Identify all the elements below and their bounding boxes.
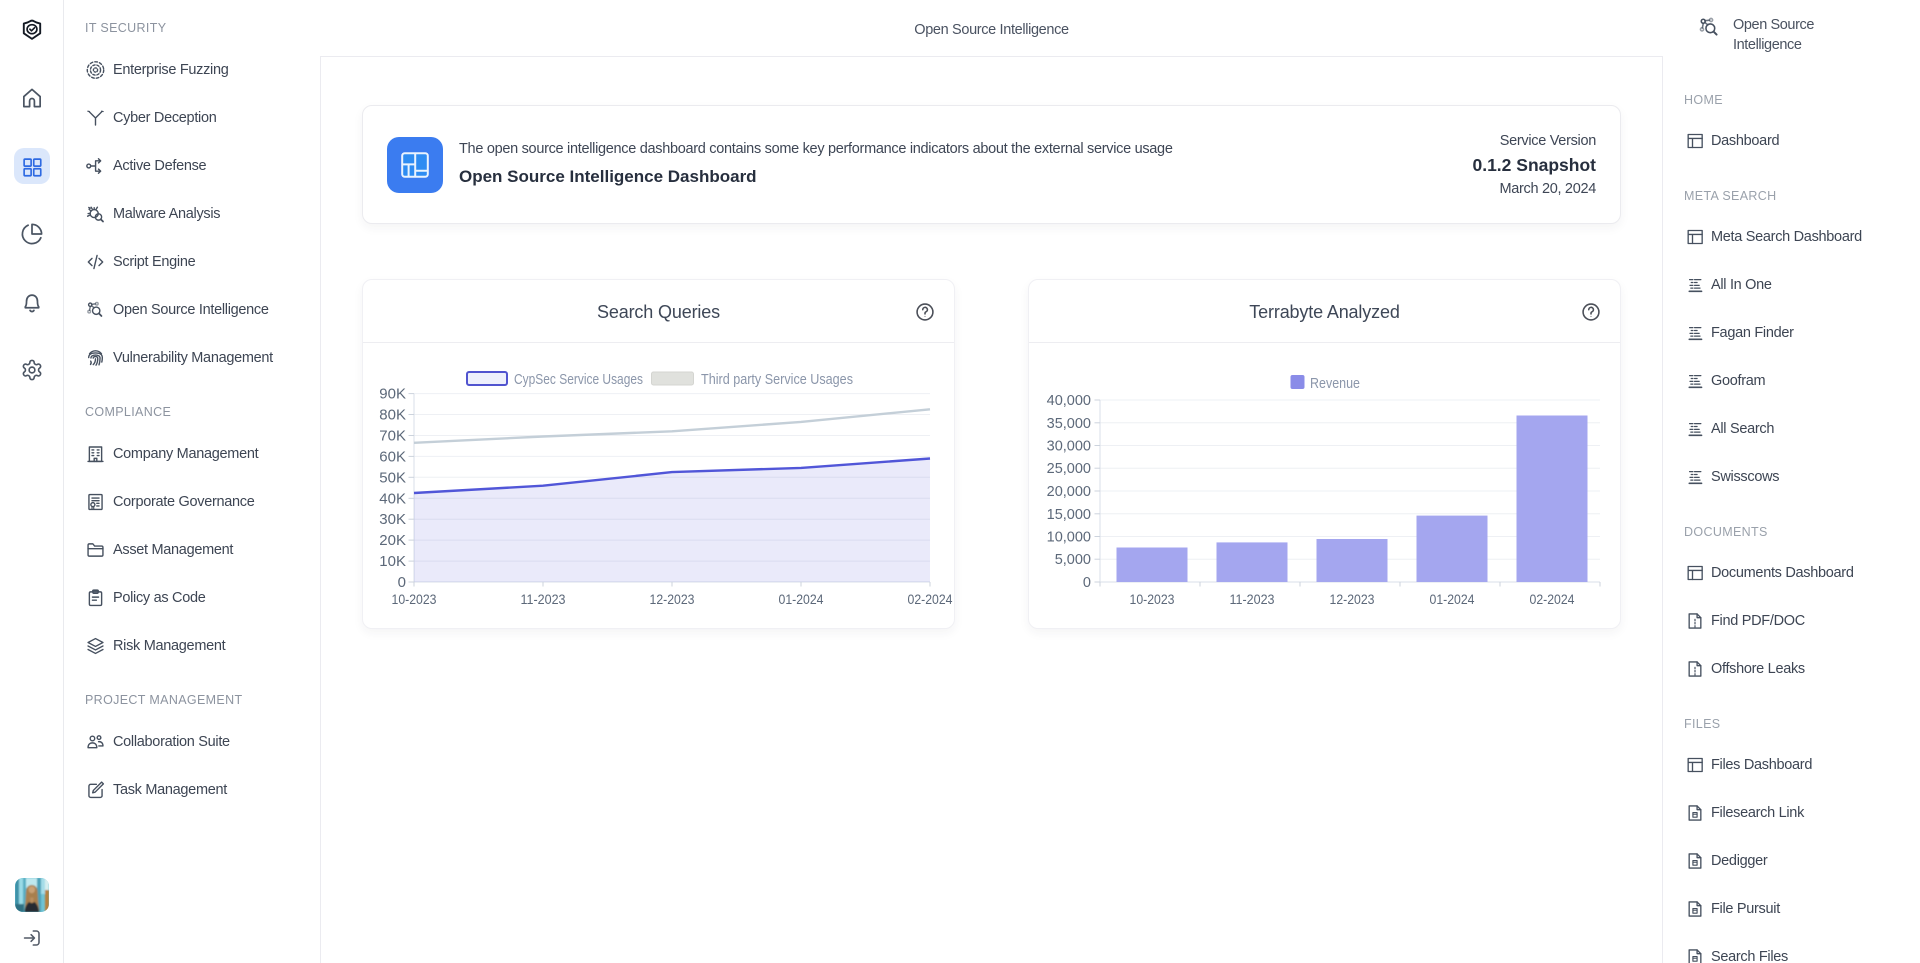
svg-text:Revenue: Revenue <box>1310 375 1360 392</box>
svg-text:10K: 10K <box>379 553 406 570</box>
svg-text:11-2023: 11-2023 <box>1230 591 1275 607</box>
svg-text:12-2023: 12-2023 <box>650 591 695 607</box>
svg-text:20,000: 20,000 <box>1047 484 1091 500</box>
svg-text:15,000: 15,000 <box>1047 507 1091 523</box>
svg-text:02-2024: 02-2024 <box>908 591 953 607</box>
svg-text:5,000: 5,000 <box>1055 552 1091 568</box>
svg-text:10-2023: 10-2023 <box>392 591 437 607</box>
svg-text:25,000: 25,000 <box>1047 461 1091 477</box>
svg-text:30K: 30K <box>379 511 406 528</box>
svg-text:12-2023: 12-2023 <box>1330 591 1375 607</box>
svg-text:50K: 50K <box>379 469 406 486</box>
svg-text:35,000: 35,000 <box>1047 416 1091 432</box>
svg-text:20K: 20K <box>379 532 406 549</box>
svg-text:01-2024: 01-2024 <box>1430 591 1475 607</box>
svg-text:10-2023: 10-2023 <box>1130 591 1175 607</box>
svg-text:CypSec Service Usages: CypSec Service Usages <box>514 371 643 388</box>
svg-text:02-2024: 02-2024 <box>1530 591 1575 607</box>
svg-text:40K: 40K <box>379 490 406 507</box>
svg-text:30,000: 30,000 <box>1047 439 1091 455</box>
svg-text:80K: 80K <box>379 407 406 424</box>
svg-text:90K: 90K <box>379 386 406 403</box>
svg-text:Third party Service Usages: Third party Service Usages <box>701 371 853 388</box>
svg-text:01-2024: 01-2024 <box>779 591 824 607</box>
svg-text:70K: 70K <box>379 428 406 445</box>
svg-text:60K: 60K <box>379 448 406 465</box>
svg-text:10,000: 10,000 <box>1047 530 1091 546</box>
svg-text:0: 0 <box>398 574 406 591</box>
svg-text:40,000: 40,000 <box>1047 393 1091 409</box>
svg-text:11-2023: 11-2023 <box>521 591 566 607</box>
svg-text:0: 0 <box>1083 575 1091 591</box>
